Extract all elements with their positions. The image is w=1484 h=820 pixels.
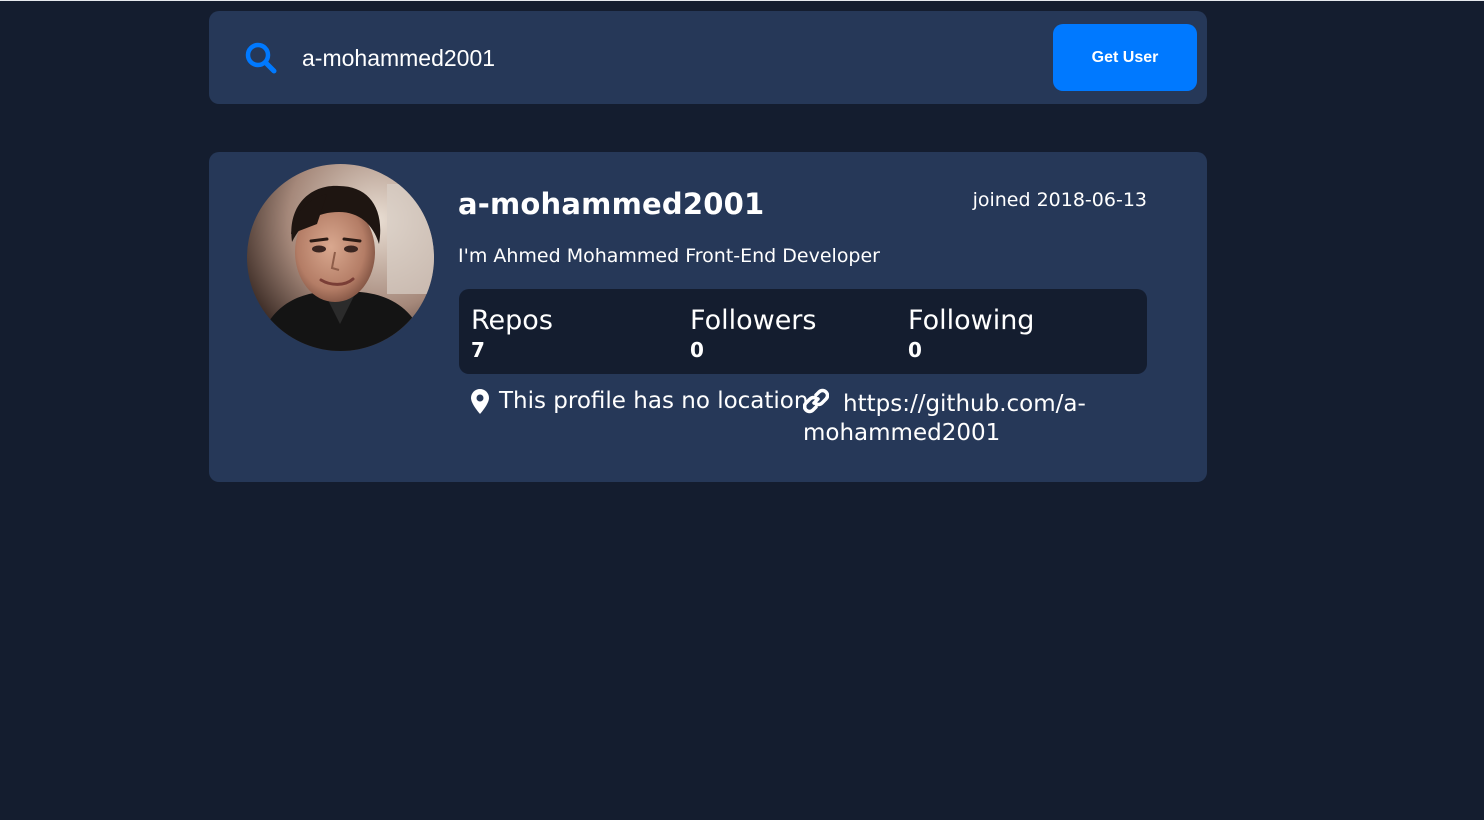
- profile-location: This profile has no location: [471, 388, 808, 414]
- profile-blog-link[interactable]: https://github.com/a-mohammed2001: [803, 388, 1103, 448]
- stat-label: Following: [908, 305, 1035, 336]
- profile-username: a-mohammed2001: [458, 187, 765, 221]
- joined-date: joined 2018-06-13: [972, 189, 1147, 211]
- link-icon: [803, 388, 829, 414]
- search-input[interactable]: [300, 36, 1022, 80]
- top-divider: [0, 0, 1484, 1]
- map-pin-icon: [471, 388, 489, 414]
- avatar-image: [247, 164, 434, 351]
- blog-link-text[interactable]: https://github.com/a-mohammed2001: [803, 391, 1086, 446]
- avatar: [247, 164, 434, 351]
- stat-followers: Followers 0: [690, 305, 816, 363]
- stat-value: 7: [471, 338, 485, 362]
- location-text: This profile has no location: [499, 388, 809, 414]
- profile-bio: I'm Ahmed Mohammed Front-End Developer: [458, 245, 880, 267]
- stat-following: Following 0: [908, 305, 1034, 363]
- stat-label: Repos: [471, 305, 553, 336]
- stat-repos: Repos 7: [471, 305, 553, 363]
- stat-label: Followers: [690, 305, 817, 336]
- search-icon: [245, 42, 277, 74]
- stat-value: 0: [690, 338, 704, 362]
- stat-value: 0: [908, 338, 922, 362]
- get-user-button[interactable]: Get User: [1053, 24, 1197, 91]
